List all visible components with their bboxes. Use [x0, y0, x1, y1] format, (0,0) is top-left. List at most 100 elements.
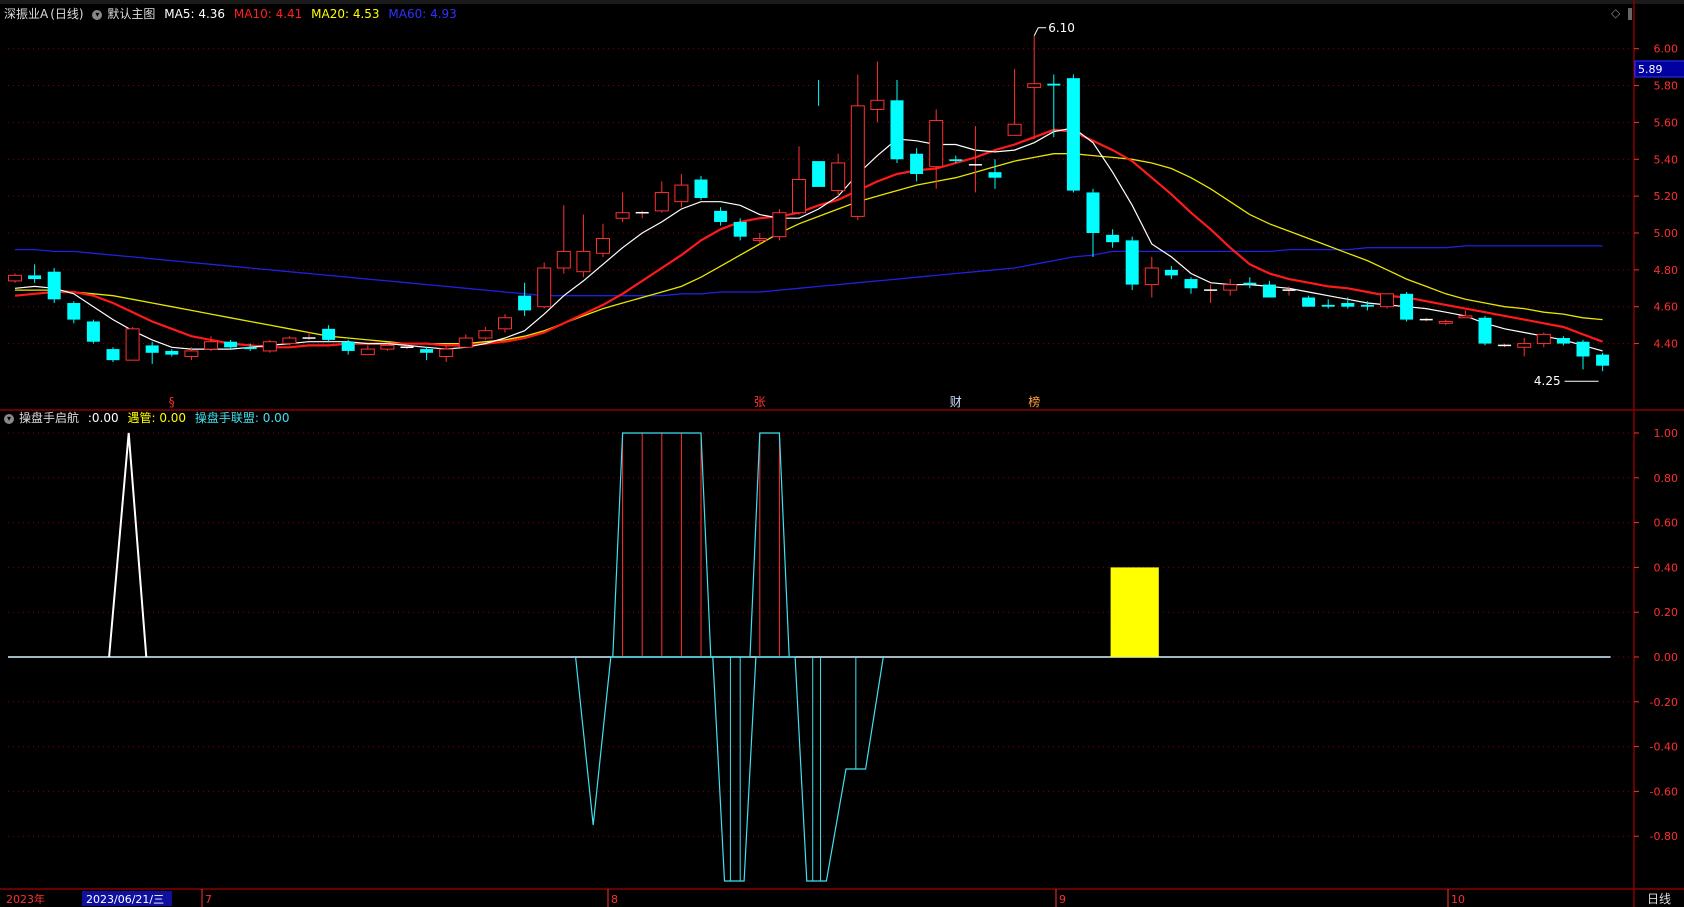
candle-body-down — [322, 328, 336, 340]
candle-body-down — [47, 271, 61, 300]
candle — [1536, 332, 1551, 348]
ma20-line — [15, 153, 1603, 345]
event-marker: 财 — [950, 395, 962, 409]
candle — [831, 153, 846, 197]
candle-body-down — [1086, 192, 1100, 233]
candle — [1576, 339, 1590, 370]
candle — [1458, 310, 1473, 319]
candle-body-up — [1536, 333, 1551, 345]
chart-canvas[interactable]: 6.00 5.80 5.60 5.40 5.20 5.00 4.80 4.60 4.40 5.89… — [0, 0, 1684, 907]
candle — [165, 349, 179, 357]
candle-body-down — [420, 349, 434, 353]
ma10-line — [14, 128, 1603, 349]
event-marker: § — [169, 395, 175, 409]
candle — [654, 181, 669, 213]
candle-body-up — [439, 348, 454, 357]
candle — [145, 341, 159, 364]
stock-name[interactable]: 深振业A — [4, 7, 48, 21]
sub-tick-label: -0.20 — [1650, 696, 1678, 709]
sub-legend-3-value: 0.00 — [262, 411, 290, 425]
candle-body-down — [988, 172, 1002, 178]
candle-body-down — [243, 347, 257, 350]
event-marker: 张 — [754, 395, 766, 409]
candle — [282, 336, 297, 346]
candle-body-up — [792, 179, 806, 214]
ma5-value: 4.36 — [198, 7, 226, 21]
candle — [537, 262, 552, 309]
candle-body-down — [1125, 240, 1139, 285]
candle — [890, 80, 904, 163]
candle-body-down — [106, 349, 120, 361]
price-tick-label: 6.00 — [1654, 43, 1679, 56]
sub-cyan-line — [575, 656, 884, 882]
scroll-bar-icon[interactable] — [1628, 7, 1632, 20]
high-pointer — [1033, 27, 1047, 37]
candle — [929, 109, 944, 189]
candle — [576, 214, 591, 278]
indicator-toggle-icon[interactable]: ▾ — [4, 413, 14, 424]
candle-body-down — [949, 159, 963, 162]
candle-body-down — [165, 350, 179, 355]
candle — [1027, 35, 1042, 139]
candle — [1517, 338, 1532, 357]
candle-body-up — [870, 99, 885, 111]
sub-tick-label: 0.40 — [1654, 561, 1679, 574]
year-label: 2023年 — [6, 892, 45, 906]
candle-body-down — [341, 341, 355, 351]
month-label: 10 — [1451, 893, 1465, 906]
candle — [341, 339, 355, 355]
candle — [1498, 343, 1512, 348]
candle — [1047, 74, 1061, 138]
ma20-value: 4.53 — [352, 7, 380, 21]
candle-body-up — [1027, 83, 1042, 88]
candle-body-up — [1438, 320, 1453, 324]
candle-body-down — [224, 341, 238, 348]
main-chart-header: 深振业A (日线) ▾ 默认主图 MA5: 4.36 MA10: 4.41 MA20… — [4, 6, 462, 22]
candle — [1144, 256, 1159, 298]
candle-body-down — [733, 221, 747, 237]
candle-body-up — [1223, 284, 1238, 291]
template-toggle-icon[interactable]: ▾ — [92, 9, 103, 20]
candle-body-up — [478, 330, 493, 339]
candle-body-down — [1184, 279, 1198, 289]
month-label: 7 — [205, 893, 212, 906]
candle — [1419, 317, 1433, 322]
indicator-name[interactable]: 操盘手启航 — [19, 411, 79, 425]
month-label: 9 — [1059, 893, 1066, 906]
candle — [322, 325, 336, 342]
candle-body-down — [1302, 297, 1316, 307]
event-marker: 榜 — [1028, 394, 1040, 409]
candle-body-down — [145, 345, 159, 353]
sub-tick-label: 0.80 — [1654, 472, 1679, 485]
price-tick-label: 5.80 — [1654, 80, 1679, 93]
candle — [86, 319, 100, 344]
candle — [850, 74, 865, 221]
sub-tick-label: -0.80 — [1650, 830, 1678, 843]
diamond-icon[interactable]: ◇ — [1611, 6, 1620, 20]
candle-body-up — [929, 120, 944, 168]
sub-chart-header: ▾ 操盘手启航 :0.00 遇管: 0.00 操盘手联盟: 0.00 — [4, 410, 294, 426]
month-label: 8 — [611, 893, 618, 906]
sub-legend-1: :0.00 — [88, 411, 119, 425]
candle — [792, 146, 806, 215]
template-name[interactable]: 默认主图 — [107, 7, 155, 21]
candle — [125, 326, 140, 361]
candle — [498, 314, 512, 333]
candle-body-up — [1380, 293, 1394, 308]
candle — [1243, 277, 1257, 289]
candle-body-up — [1517, 343, 1532, 348]
candle-body-up — [498, 317, 512, 330]
candle-body-down — [1400, 293, 1414, 320]
candle-body-up — [576, 250, 591, 273]
candle — [812, 80, 826, 187]
candle — [1302, 295, 1316, 307]
candle-body-down — [1576, 341, 1590, 357]
candle-body-up — [380, 344, 395, 350]
sub-tick-label: 1.00 — [1654, 427, 1679, 440]
candle-body-up — [615, 212, 630, 219]
ma20-label: MA20: — [311, 7, 350, 21]
candle — [988, 159, 1002, 189]
sub-tick-label: 0.60 — [1654, 517, 1679, 530]
candle — [1086, 188, 1100, 257]
candle-body-down — [890, 100, 904, 160]
